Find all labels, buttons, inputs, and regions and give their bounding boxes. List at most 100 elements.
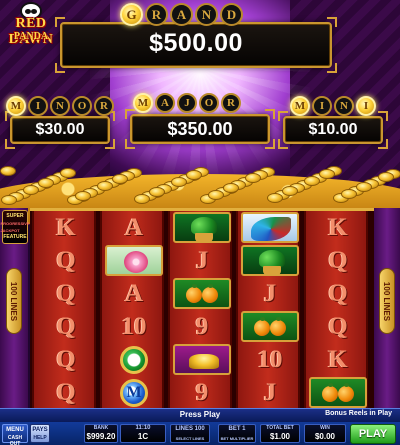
jackpot-letter-coin: A (155, 93, 175, 113)
win-value: $0.00 (314, 432, 336, 441)
gold-coin-icon (0, 166, 16, 176)
mini-jackpot-plaque: $10.00 (278, 111, 388, 149)
control-bar: MENU CASH OUT PAYS HELP BANK $999.20 11:… (0, 422, 400, 445)
gold-coin-icon (60, 168, 76, 178)
menu-button-label: MENU (6, 427, 24, 433)
grand-jackpot-letters: GRAND (120, 3, 245, 26)
card-symbol: 9 (195, 378, 209, 406)
select-lines-label: SELECT LINES (175, 436, 205, 441)
jackpot-letter-coin: O (72, 96, 92, 116)
win-label: WIN (320, 425, 330, 431)
bet-selector[interactable]: BET 1 BET MULTIPLIER (218, 424, 256, 443)
card-symbol: J (263, 378, 277, 406)
mini-jackpot-amount: $10.00 (308, 121, 358, 138)
blue-coin-icon: M (120, 378, 148, 407)
clock-denomination-display[interactable]: 11:10 1C (120, 424, 166, 443)
lines-indicator-left-label: 100 LINES (9, 281, 19, 321)
card-symbol: K (56, 213, 76, 241)
gold-coin-icon (223, 183, 239, 193)
major-jackpot-amount: $350.00 (167, 119, 233, 139)
gold-coin-icon (134, 194, 150, 204)
jackpot-letter-coin: I (356, 96, 376, 116)
super-jackpot-feature-badge: SUPER PROGRESSIVE JACKPOT FEATURE (0, 210, 30, 244)
play-button[interactable]: PLAY (350, 424, 396, 444)
gold-coin-icon (112, 174, 128, 184)
minor-jackpot-amount: $30.00 (35, 121, 85, 138)
potted-plant-symbol (238, 244, 302, 277)
gold-coin-icon (378, 172, 394, 182)
reel-5: KQQQK (304, 211, 368, 409)
bird-icon (241, 212, 299, 243)
card-symbol: Q (56, 246, 76, 274)
jackpot-letter-coin: D (220, 3, 243, 26)
card-symbol: Q (56, 279, 76, 307)
card-symbol: A (124, 279, 144, 307)
jackpot-letter-coin: A (170, 3, 193, 26)
gold-coin-icon (149, 187, 165, 197)
pays-help-button[interactable]: PAYS HELP (30, 424, 50, 443)
lines-selector[interactable]: LINES 100 SELECT LINES (170, 424, 210, 443)
jackpot-letter-coin: M (133, 93, 153, 113)
bet-label: BET 1 (228, 426, 246, 432)
jackpot-letter-coin: M (6, 96, 26, 116)
jackpot-letter-coin: N (334, 96, 354, 116)
gold-coin-icon (267, 193, 283, 203)
gold-coin-icon (319, 169, 335, 179)
win-display: WIN $0.00 (304, 424, 346, 443)
jackpot-letter-coin: N (50, 96, 70, 116)
oranges-icon (309, 377, 367, 408)
clock-time: 11:10 (135, 425, 151, 431)
logo-subtitle: PANDA (13, 31, 49, 42)
bank-display: BANK $999.20 (84, 424, 118, 443)
gold-coin-icon (208, 190, 224, 200)
gold-coin-pile (0, 160, 400, 224)
pink-flower-symbol (102, 244, 166, 277)
card-symbol: Q (328, 279, 348, 307)
jackpot-letter-coin: G (120, 3, 143, 26)
gold-coin-icon (23, 185, 39, 195)
reel-4: J 10 J (236, 211, 300, 409)
jackpot-letter-coin: M (290, 96, 310, 116)
gold-ingot-icon (173, 344, 231, 375)
reel-2: A A 10 M (100, 211, 164, 409)
potted-plant-icon (173, 212, 231, 243)
card-symbol: J (263, 279, 277, 307)
major-jackpot-plaque: $350.00 (125, 109, 275, 149)
gold-coin-icon (75, 191, 91, 201)
card-symbol: Q (56, 345, 76, 373)
total-bet-label: TOTAL BET (266, 425, 294, 431)
pays-label: PAYS (32, 427, 48, 433)
bet-multiplier-label: BET MULTIPLIER (220, 436, 254, 441)
gold-coin-icon (356, 182, 372, 192)
jackpot-letter-coin: I (312, 96, 332, 116)
game-logo: RED DAWN PANDA (2, 2, 60, 47)
badge-line-2: PROGRESSIVE JACKPOT (0, 221, 30, 233)
oranges-symbol (238, 310, 302, 343)
blue-coin-symbol: M (102, 376, 166, 409)
card-symbol: Q (56, 312, 76, 340)
jackpot-letter-coin: R (94, 96, 114, 116)
gold-ingot-symbol (170, 343, 234, 376)
gold-coin-icon (97, 181, 113, 191)
lines-value: 100 (194, 426, 205, 432)
card-symbol: K (328, 345, 348, 373)
gold-coin-icon (171, 177, 187, 187)
oranges-symbol (170, 277, 234, 310)
grand-jackpot-plaque: $500.00 (55, 17, 337, 73)
bank-label: BANK (93, 425, 109, 431)
reel-1: KQQQQQ (32, 211, 96, 409)
card-symbol: Q (328, 246, 348, 274)
bird-symbol (238, 211, 302, 244)
lines-indicator-left: 100 LINES (6, 268, 22, 334)
lines-indicator-right: 100 LINES (379, 268, 395, 334)
green-coin-symbol (102, 343, 166, 376)
oranges-icon (173, 278, 231, 309)
gold-coin-icon (282, 186, 298, 196)
gold-coin-icon (186, 170, 202, 180)
help-label: HELP (33, 435, 47, 441)
minor-jackpot-plaque: $30.00 (5, 111, 115, 149)
total-bet-display: TOTAL BET $1.00 (260, 424, 300, 443)
card-symbol: A (124, 213, 144, 241)
menu-button[interactable]: MENU CASH OUT (2, 424, 28, 445)
jackpot-letter-coin: I (28, 96, 48, 116)
